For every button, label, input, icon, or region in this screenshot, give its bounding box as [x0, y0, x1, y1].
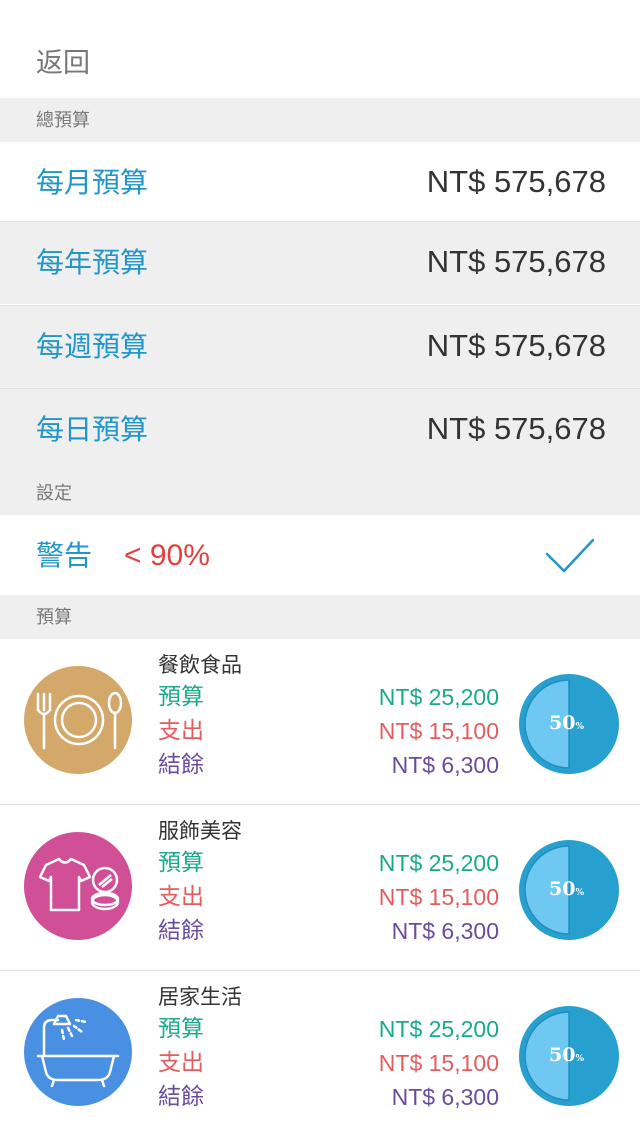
budget-row-amount: NT$ 575,678	[426, 328, 606, 363]
budget-label: 預算	[158, 684, 204, 710]
progress-pie: 50%	[519, 674, 619, 774]
budget-row-daily[interactable]: 每日預算 NT$ 575,678	[0, 388, 640, 471]
budget-row-label: 每週預算	[36, 330, 149, 363]
spent-amount: NT$ 15,100	[378, 1050, 499, 1076]
budget-row-label: 每日預算	[36, 413, 149, 446]
tshirt-compact-icon	[24, 832, 132, 940]
section-header-budget: 預算	[0, 595, 640, 639]
balance-amount: NT$ 6,300	[391, 1084, 499, 1110]
spent-label: 支出	[158, 1050, 204, 1076]
checkmark-icon[interactable]	[544, 536, 596, 576]
balance-label: 結餘	[158, 1084, 204, 1110]
category-name: 服飾美容	[158, 819, 242, 843]
budget-amount: NT$ 25,200	[378, 850, 499, 876]
category-name: 餐飲食品	[158, 653, 242, 677]
back-button[interactable]: 返回	[36, 46, 90, 82]
top-bar: 返回	[0, 0, 640, 98]
category-card-dining[interactable]: 餐飲食品 預算 NT$ 25,200 支出 NT$ 15,100 結餘 NT$ …	[0, 639, 640, 805]
warning-label: 警告	[36, 539, 93, 572]
warning-threshold[interactable]: < 90%	[124, 537, 210, 575]
spent-amount: NT$ 15,100	[378, 718, 499, 744]
section-title: 設定	[36, 483, 72, 504]
budget-label: 預算	[158, 850, 204, 876]
budget-row-amount: NT$ 575,678	[426, 244, 606, 279]
balance-amount: NT$ 6,300	[391, 752, 499, 778]
pie-percent-unit: %	[575, 888, 584, 898]
progress-pie: 50%	[519, 1006, 619, 1106]
pie-percent-unit: %	[575, 1054, 584, 1064]
balance-label: 結餘	[158, 918, 204, 944]
budget-row-label: 每月預算	[36, 166, 149, 199]
pie-percent-unit: %	[575, 722, 584, 732]
budget-row-weekly[interactable]: 每週預算 NT$ 575,678	[0, 305, 640, 388]
spent-label: 支出	[158, 884, 204, 910]
budget-label: 預算	[158, 1016, 204, 1042]
category-card-clothing[interactable]: 服飾美容 預算 NT$ 25,200 支出 NT$ 15,100 結餘 NT$ …	[0, 805, 640, 971]
progress-pie: 50%	[519, 840, 619, 940]
category-card-home[interactable]: 居家生活 預算 NT$ 25,200 支出 NT$ 15,100 結餘 NT$ …	[0, 971, 640, 1136]
budget-row-yearly[interactable]: 每年預算 NT$ 575,678	[0, 221, 640, 304]
budget-row-label: 每年預算	[36, 246, 149, 279]
spent-label: 支出	[158, 718, 204, 744]
budget-row-amount: NT$ 575,678	[426, 164, 606, 199]
balance-label: 結餘	[158, 752, 204, 778]
bathtub-shower-icon	[24, 998, 132, 1106]
dining-icon	[24, 666, 132, 774]
budget-amount: NT$ 25,200	[378, 1016, 499, 1042]
balance-amount: NT$ 6,300	[391, 918, 499, 944]
budget-row-monthly[interactable]: 每月預算 NT$ 575,678	[0, 142, 640, 225]
category-name: 居家生活	[158, 985, 242, 1009]
section-title: 預算	[36, 607, 72, 628]
section-title: 總預算	[36, 110, 90, 131]
budget-amount: NT$ 25,200	[378, 684, 499, 710]
budget-row-amount: NT$ 575,678	[426, 411, 606, 446]
section-header-total-budget: 總預算	[0, 98, 640, 142]
section-header-settings: 設定	[0, 471, 640, 515]
spent-amount: NT$ 15,100	[378, 884, 499, 910]
